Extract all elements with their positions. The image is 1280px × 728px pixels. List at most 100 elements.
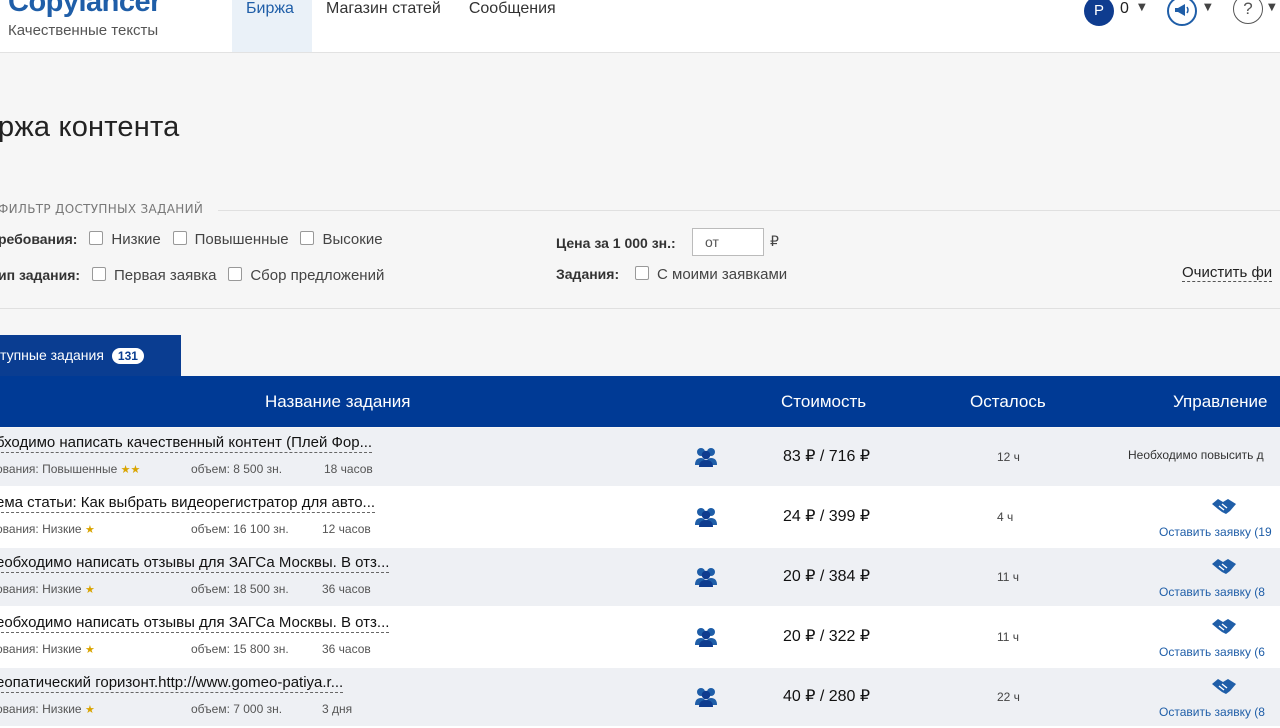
task-requirements: ования: Низкие ★: [0, 642, 95, 656]
team-icon: [694, 446, 718, 468]
apply-button[interactable]: Оставить заявку (8: [1159, 705, 1265, 719]
task-deadline: 36 часов: [322, 582, 371, 596]
divider: [218, 210, 1280, 211]
task-price: 40 ₽ / 280 ₽: [783, 688, 871, 705]
time-left: 22 ч: [997, 690, 1020, 704]
ruble-icon[interactable]: Р: [1084, 0, 1114, 26]
checkbox-high-label[interactable]: Высокие: [322, 231, 382, 248]
team-icon: [694, 506, 718, 528]
requirements-label: ребования:: [0, 231, 78, 247]
time-left: 4 ч: [997, 510, 1014, 524]
time-left: 11 ч: [997, 630, 1020, 644]
checkbox-low[interactable]: [89, 231, 104, 245]
task-title-link[interactable]: ема статьи: Как выбрать видеорегистратор…: [0, 494, 376, 513]
balance-value[interactable]: 0: [1120, 0, 1129, 18]
nav-item-article-shop[interactable]: Магазин статей: [312, 0, 455, 52]
task-volume: объем: 7 000 зн.: [191, 702, 283, 716]
task-requirements: ования: Низкие ★: [0, 582, 95, 596]
nav-item-messages[interactable]: Сообщения: [455, 0, 570, 52]
task-volume: объем: 18 500 зн.: [191, 582, 289, 596]
tab-count-badge: 131: [111, 348, 144, 364]
task-title-link[interactable]: бходимо написать качественный контент (П…: [0, 434, 373, 453]
column-header-left[interactable]: Осталось: [970, 392, 1046, 412]
requirements-filter: ребования: Низкие Повышенные Высокие: [0, 231, 383, 248]
task-volume: объем: 15 800 зн.: [191, 642, 289, 656]
star-icon: ★: [84, 584, 95, 596]
chevron-down-icon[interactable]: ▼: [1268, 2, 1276, 13]
nav-item-exchange[interactable]: Биржа: [232, 0, 312, 52]
task-price: 20 ₽ / 384 ₽: [783, 568, 871, 585]
star-icon: ★★: [120, 464, 141, 476]
divider: [0, 308, 1280, 309]
type-label: ип задания:: [0, 267, 81, 283]
task-deadline: 36 часов: [322, 642, 371, 656]
table-row[interactable]: еобходимо написать отзывы для ЗАГСа Моск…: [0, 548, 1280, 608]
checkbox-my-requests-label[interactable]: С моими заявками: [657, 266, 787, 283]
clear-filter-link[interactable]: Очистить фи: [1182, 264, 1273, 282]
checkbox-collect-offers-label[interactable]: Сбор предложений: [250, 267, 384, 284]
handshake-icon[interactable]: [1210, 616, 1238, 638]
task-price: 20 ₽ / 322 ₽: [783, 628, 871, 645]
price-from-input[interactable]: от: [692, 228, 764, 256]
main-nav: Биржа Магазин статей Сообщения: [232, 0, 570, 52]
table-row[interactable]: еобходимо написать отзывы для ЗАГСа Моск…: [0, 608, 1280, 668]
table-row[interactable]: еопатический горизонт.http://www.gomeo-p…: [0, 668, 1280, 728]
task-deadline: 12 часов: [322, 522, 371, 536]
apply-button[interactable]: Оставить заявку (8: [1159, 585, 1265, 599]
task-volume: объем: 16 100 зн.: [191, 522, 289, 536]
price-currency: ₽: [770, 234, 779, 250]
handshake-icon[interactable]: [1210, 496, 1238, 518]
checkbox-first-request-label[interactable]: Первая заявка: [114, 267, 216, 284]
checkbox-first-request[interactable]: [91, 267, 106, 281]
tab-label: тупные задания: [0, 347, 104, 363]
checkbox-low-label[interactable]: Низкие: [111, 231, 160, 248]
logo-subtitle: Качественные тексты: [8, 22, 159, 39]
apply-button[interactable]: Оставить заявку (19: [1159, 525, 1272, 539]
column-header-cost[interactable]: Стоимость: [781, 392, 866, 412]
handshake-icon[interactable]: [1210, 556, 1238, 578]
manage-note: Необходимо повысить д: [1128, 448, 1264, 462]
megaphone-icon[interactable]: [1167, 0, 1197, 26]
checkbox-my-requests[interactable]: [635, 266, 650, 280]
table-row[interactable]: ема статьи: Как выбрать видеорегистратор…: [0, 488, 1280, 548]
price-label: Цена за 1 000 зн.:: [556, 235, 676, 251]
help-icon[interactable]: ?: [1233, 0, 1263, 24]
filter-legend: ФИЛЬТР ДОСТУПНЫХ ЗАДАНИЙ: [0, 202, 204, 216]
checkbox-raised[interactable]: [172, 231, 187, 245]
team-icon: [694, 686, 718, 708]
team-icon: [694, 626, 718, 648]
tasks-label: Задания:: [556, 266, 620, 282]
table-row[interactable]: бходимо написать качественный контент (П…: [0, 428, 1280, 488]
task-deadline: 3 дня: [322, 702, 353, 716]
task-title-link[interactable]: еобходимо написать отзывы для ЗАГСа Моск…: [0, 554, 390, 573]
logo[interactable]: Copylancer: [8, 0, 161, 19]
task-price: 24 ₽ / 399 ₽: [783, 508, 871, 525]
checkbox-collect-offers[interactable]: [228, 267, 243, 281]
star-icon: ★: [84, 704, 95, 716]
chevron-down-icon[interactable]: ▼: [1204, 2, 1212, 13]
time-left: 11 ч: [997, 570, 1020, 584]
star-icon: ★: [84, 644, 95, 656]
team-icon: [694, 566, 718, 588]
tasks-filter: Задания: С моими заявками: [556, 266, 787, 283]
tab-available-tasks[interactable]: тупные задания 131: [0, 335, 181, 377]
checkbox-high[interactable]: [300, 231, 315, 245]
time-left: 12 ч: [997, 450, 1020, 464]
handshake-icon[interactable]: [1210, 676, 1238, 698]
task-title-link[interactable]: еобходимо написать отзывы для ЗАГСа Моск…: [0, 614, 390, 633]
apply-button[interactable]: Оставить заявку (6: [1159, 645, 1265, 659]
star-icon: ★: [84, 524, 95, 536]
task-deadline: 18 часов: [324, 462, 373, 476]
chevron-down-icon[interactable]: ▼: [1138, 2, 1146, 13]
type-filter: ип задания: Первая заявка Сбор предложен…: [0, 267, 384, 284]
page-title: ржа контента: [0, 111, 180, 143]
column-header-name[interactable]: Название задания: [265, 392, 410, 412]
task-title-link[interactable]: еопатический горизонт.http://www.gomeo-p…: [0, 674, 344, 693]
checkbox-raised-label[interactable]: Повышенные: [195, 231, 289, 248]
task-requirements: ования: Низкие ★: [0, 522, 95, 536]
task-requirements: ования: Повышенные ★★: [0, 462, 141, 476]
task-volume: объем: 8 500 зн.: [191, 462, 283, 476]
table-header: Название задания Стоимость Осталось Упра…: [0, 376, 1280, 427]
task-price: 83 ₽ / 716 ₽: [783, 448, 871, 465]
top-header: Copylancer Качественные тексты Биржа Маг…: [0, 0, 1280, 53]
